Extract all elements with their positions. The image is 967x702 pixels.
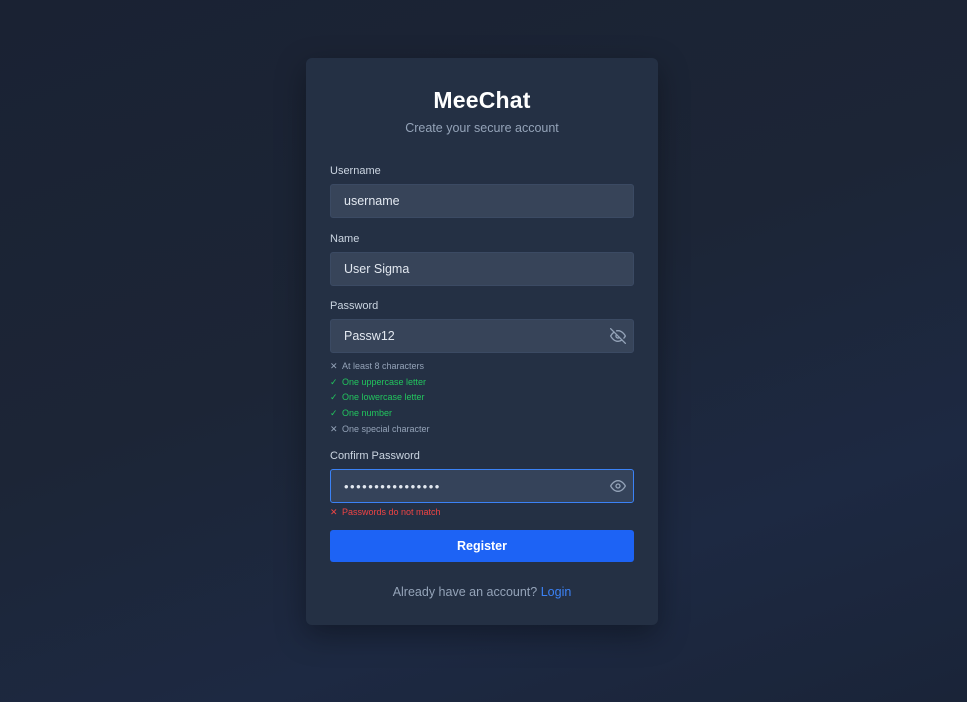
confirm-password-input-wrap (330, 469, 634, 503)
requirement-min-length: ✕ At least 8 characters (330, 359, 634, 375)
confirm-password-field-group: Confirm Password (330, 449, 634, 503)
name-input-wrap (330, 252, 634, 286)
login-prompt-text: Already have an account? (392, 585, 538, 599)
username-label: Username (330, 165, 381, 177)
requirement-text: At least 8 characters (342, 361, 425, 371)
check-icon: ✓ (330, 408, 338, 419)
register-button[interactable]: Register (330, 530, 634, 562)
eye-icon[interactable] (610, 478, 626, 494)
requirement-lowercase: ✓ One lowercase letter (330, 390, 634, 406)
password-field-group: Password (330, 299, 634, 353)
requirement-text: One uppercase letter (342, 376, 427, 387)
error-text: Passwords do not match (342, 507, 441, 517)
password-input-wrap (330, 319, 634, 353)
eye-off-icon[interactable] (610, 328, 626, 344)
cross-icon: ✕ (330, 507, 338, 517)
name-label: Name (330, 233, 360, 245)
requirement-text: One number (342, 408, 393, 419)
name-input[interactable] (330, 252, 634, 286)
requirement-text: One special character (342, 423, 430, 434)
requirement-text: One lowercase letter (342, 392, 425, 403)
password-input[interactable] (330, 319, 634, 353)
confirm-password-input[interactable] (330, 469, 634, 503)
username-input[interactable] (330, 184, 634, 218)
requirement-number: ✓ One number (330, 406, 634, 422)
username-input-wrap (330, 184, 634, 218)
check-icon: ✓ (330, 392, 338, 403)
password-requirements-list: ✕ At least 8 characters ✓ One uppercase le… (330, 359, 634, 438)
cross-icon: ✕ (330, 361, 338, 371)
login-prompt: Already have an account? Login (306, 584, 658, 600)
requirement-uppercase: ✓ One uppercase letter (330, 375, 634, 391)
register-card: MeeChat Create your secure account Usern… (306, 58, 658, 625)
password-mismatch-error: ✕ Passwords do not match (330, 506, 441, 518)
login-link[interactable]: Login (541, 585, 572, 599)
requirement-special-char: ✕ One special character (330, 422, 634, 438)
check-icon: ✓ (330, 376, 338, 387)
name-field-group: Name (330, 232, 634, 286)
cross-icon: ✕ (330, 423, 338, 434)
password-label: Password (330, 300, 379, 312)
page-subtitle: Create your secure account (405, 121, 559, 135)
username-field-group: Username (330, 164, 634, 218)
app-title: MeeChat (433, 87, 531, 113)
confirm-password-label: Confirm Password (330, 450, 420, 462)
